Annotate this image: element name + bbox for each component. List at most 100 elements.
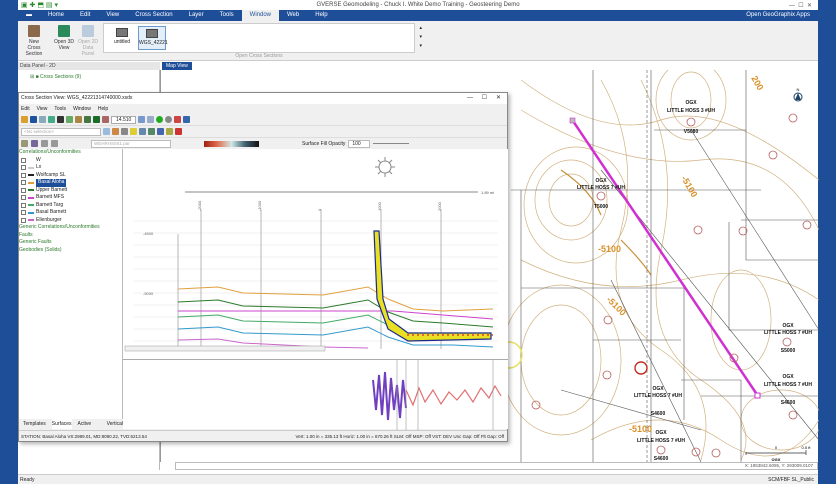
tree-item[interactable]: Barnett MFS bbox=[19, 194, 122, 202]
checkbox[interactable] bbox=[21, 172, 26, 178]
svg-text:1000: 1000 bbox=[377, 201, 382, 211]
desktop-right-edge bbox=[818, 0, 836, 484]
tree-item[interactable]: Generic Faults bbox=[19, 239, 122, 247]
gallery-item-untitled[interactable]: untitled bbox=[108, 26, 136, 50]
svg-text:0: 0 bbox=[775, 445, 778, 450]
menu-tools[interactable]: Tools bbox=[54, 104, 66, 114]
text-icon[interactable] bbox=[57, 116, 64, 123]
pick-icon[interactable] bbox=[112, 128, 119, 135]
gallery-item-wgs[interactable]: WGS_42221 bbox=[138, 26, 168, 50]
surface-combo[interactable]: WEHRHS0S1.par bbox=[91, 139, 171, 148]
menu-help[interactable]: Help bbox=[98, 104, 108, 114]
tab-help[interactable]: Help bbox=[307, 10, 335, 21]
print-icon[interactable] bbox=[39, 116, 46, 123]
delete-icon[interactable] bbox=[175, 128, 182, 135]
stop-icon[interactable] bbox=[174, 116, 182, 123]
checkbox[interactable] bbox=[21, 165, 26, 171]
tab-edit[interactable]: Edit bbox=[72, 10, 98, 21]
checkbox[interactable] bbox=[21, 195, 26, 201]
log-panel[interactable] bbox=[123, 359, 508, 430]
tab-home[interactable]: Home bbox=[40, 10, 72, 21]
tab-cross-section[interactable]: Cross Section bbox=[127, 10, 180, 21]
tab-vertical[interactable]: Vertical bbox=[107, 419, 123, 429]
tab-web[interactable]: Web bbox=[279, 10, 307, 21]
display-icon[interactable] bbox=[31, 140, 38, 147]
wells-icon[interactable] bbox=[66, 116, 73, 123]
marker-lines bbox=[396, 360, 494, 430]
tree-item[interactable]: Barnett Targ bbox=[19, 202, 122, 210]
checkbox[interactable] bbox=[21, 187, 26, 193]
layer-tree: Correlations/Unconformities W Lx Wolfcamp S… bbox=[19, 149, 123, 419]
tree-item[interactable]: Upper Barnett bbox=[19, 187, 122, 195]
checkbox[interactable] bbox=[21, 157, 26, 163]
save-icon[interactable] bbox=[30, 116, 37, 123]
select-icon[interactable] bbox=[103, 128, 110, 135]
tree-item[interactable]: Generic Correlations/Unconformities bbox=[19, 224, 122, 232]
undo-icon[interactable] bbox=[41, 140, 48, 147]
window-controls[interactable]: — ☐ ✕ bbox=[789, 2, 812, 9]
tab-view[interactable]: View bbox=[98, 10, 127, 21]
new-cross-section-button[interactable]: New Cross Section bbox=[22, 25, 46, 57]
tab-tools[interactable]: Tools bbox=[212, 10, 242, 21]
open-3d-view-button[interactable]: Open 3D View bbox=[52, 25, 76, 51]
layout-icon[interactable] bbox=[21, 140, 28, 147]
highlight-icon[interactable] bbox=[130, 128, 137, 135]
logs-icon[interactable] bbox=[75, 116, 82, 123]
fill-opacity-input[interactable]: 100 bbox=[348, 139, 370, 148]
fill-opacity-slider[interactable] bbox=[372, 143, 409, 144]
scale-readout: Vert: 1.00 in = 335.13 ft Horiz: 1.00 in… bbox=[295, 434, 504, 439]
tab-window[interactable]: Window bbox=[241, 10, 279, 21]
tab-active-well[interactable]: Active Well bbox=[78, 419, 101, 437]
checkbox[interactable] bbox=[21, 210, 26, 216]
tree-item[interactable]: Geobodies (Solids) bbox=[19, 247, 122, 255]
open-geographix-apps-link[interactable]: Open GeoGraphix Apps bbox=[738, 10, 818, 21]
tree-item-label: Lx bbox=[36, 164, 42, 170]
checkbox[interactable] bbox=[21, 217, 26, 223]
zoom-out-icon[interactable] bbox=[147, 116, 155, 123]
menu-window[interactable]: Window bbox=[73, 104, 91, 114]
cross-section-canvas[interactable]: 1.89 mi -2000 -1000 0 1000 2000 -4500 -5… bbox=[123, 149, 508, 359]
close-button[interactable]: ✕ bbox=[496, 93, 501, 104]
draw-icon[interactable] bbox=[148, 128, 155, 135]
tab-layer[interactable]: Layer bbox=[181, 10, 212, 21]
edit-icon[interactable] bbox=[121, 128, 128, 135]
minimize-button[interactable]: — bbox=[467, 93, 473, 104]
tab-templates[interactable]: Templates bbox=[23, 419, 46, 429]
checkbox[interactable] bbox=[21, 202, 26, 208]
tree-item[interactable]: Wolfcamp SL bbox=[19, 172, 122, 180]
copy-icon[interactable] bbox=[139, 128, 146, 135]
tree-item[interactable]: Correlations/Unconformities bbox=[19, 149, 122, 157]
surface-icon[interactable] bbox=[93, 116, 100, 123]
ruler-label: 1.89 mi bbox=[481, 190, 494, 195]
zoom-combo[interactable]: 14.510 bbox=[111, 115, 137, 124]
menu-view[interactable]: View bbox=[37, 104, 48, 114]
tree-item-cross-sections[interactable]: ⊞ ■ Cross Sections (9) bbox=[18, 70, 159, 80]
tree-item[interactable]: Basal Barnett bbox=[19, 209, 122, 217]
person-icon[interactable] bbox=[102, 116, 109, 123]
tab-surfaces[interactable]: Surfaces bbox=[51, 419, 72, 429]
open-icon[interactable] bbox=[21, 116, 28, 123]
marker-icon[interactable] bbox=[166, 128, 173, 135]
tree-item[interactable]: Lx bbox=[19, 164, 122, 172]
tree-item[interactable]: Basal Aloha bbox=[19, 179, 122, 187]
zoom-in-icon[interactable] bbox=[138, 116, 146, 123]
tree-item[interactable]: Faults bbox=[19, 232, 122, 240]
menu-edit[interactable]: Edit bbox=[21, 104, 30, 114]
well-selector[interactable]: <No selection> bbox=[21, 127, 101, 136]
file-menu-icon[interactable]: ▬ bbox=[18, 10, 40, 21]
fault-icon[interactable] bbox=[157, 128, 164, 135]
map-coordinate-readout: X: 1953842.6095, Y: 293009.0107 bbox=[175, 462, 818, 470]
checkbox[interactable] bbox=[21, 180, 26, 186]
settings-icon[interactable] bbox=[165, 116, 173, 123]
tab-map-view[interactable]: Map View bbox=[162, 62, 192, 70]
tree-item-label: Barnett Targ bbox=[36, 201, 64, 208]
export-icon[interactable] bbox=[48, 116, 55, 123]
grid-icon[interactable] bbox=[84, 116, 91, 123]
gallery-scroll-buttons[interactable]: ▴ ▾ ▾ bbox=[419, 24, 422, 51]
tree-item[interactable]: W bbox=[19, 157, 122, 165]
map-icon[interactable] bbox=[183, 116, 191, 123]
maximize-button[interactable]: ☐ bbox=[482, 93, 487, 104]
tree-item[interactable]: Ellenburger bbox=[19, 217, 122, 225]
redo-icon[interactable] bbox=[51, 140, 58, 147]
refresh-icon[interactable] bbox=[156, 116, 164, 123]
